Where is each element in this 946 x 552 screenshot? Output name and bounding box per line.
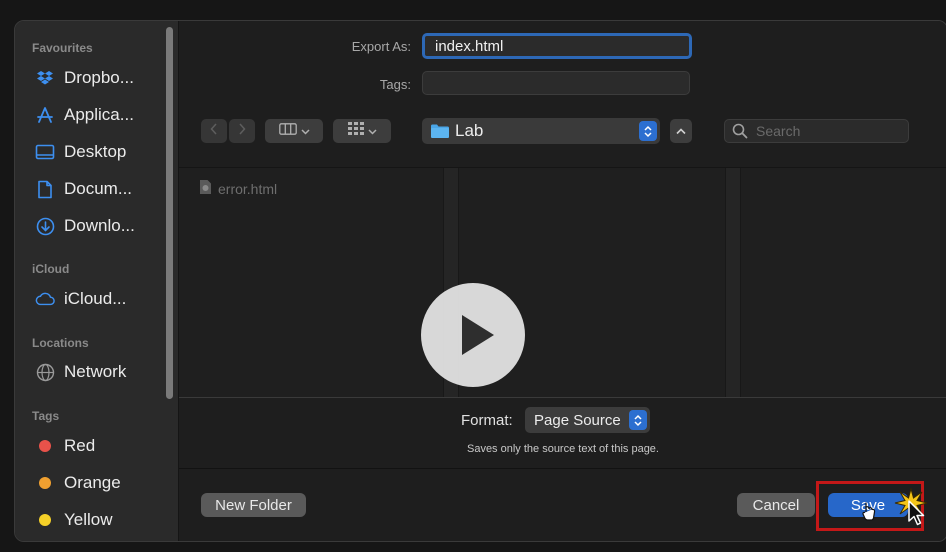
columns-view-icon — [278, 122, 297, 140]
sidebar-item-dropbox[interactable]: Dropbo... — [35, 65, 134, 91]
footer-divider — [179, 468, 946, 469]
sidebar-section-icloud: iCloud — [32, 262, 70, 276]
chevron-left-icon — [210, 122, 218, 140]
desktop-icon — [35, 142, 55, 162]
tags-input[interactable] — [422, 71, 690, 95]
chevron-down-icon — [367, 122, 377, 140]
export-as-input[interactable] — [422, 33, 692, 59]
tag-dot — [35, 473, 55, 493]
globe-icon — [35, 362, 55, 382]
tags-label: Tags: — [379, 77, 411, 92]
red-dot-icon — [39, 440, 51, 452]
updown-chevron-icon — [639, 121, 657, 141]
sidebar-item-label: Applica... — [64, 105, 134, 124]
html-file-icon — [199, 179, 212, 198]
dropbox-icon — [35, 68, 55, 88]
save-dialog: Favourites Dropbo... Applica... Desktop … — [14, 20, 946, 542]
new-folder-button[interactable]: New Folder — [201, 493, 306, 517]
pointer-cursor-icon — [908, 500, 926, 531]
sidebar-item-tag-orange[interactable]: Orange — [35, 470, 121, 496]
cloud-icon — [35, 289, 55, 309]
sidebar-item-label: Desktop — [64, 142, 127, 161]
folder-icon — [431, 124, 449, 138]
applications-icon — [35, 105, 55, 125]
sidebar-item-tag-yellow[interactable]: Yellow — [35, 507, 113, 533]
sidebar-section-locations: Locations — [32, 336, 89, 350]
updown-chevron-icon — [629, 410, 647, 430]
sidebar-item-tag-red[interactable]: Red — [35, 433, 95, 459]
sidebar-item-downloads[interactable]: Downlo... — [35, 213, 135, 239]
download-icon — [35, 216, 55, 236]
sidebar-section-favourites: Favourites — [32, 41, 93, 55]
search-icon — [732, 123, 748, 139]
export-as-label: Export As: — [351, 39, 411, 54]
play-button[interactable] — [421, 283, 525, 387]
sidebar-item-documents[interactable]: Docum... — [35, 176, 132, 202]
grid-view-icon — [347, 122, 364, 140]
expand-collapse-button[interactable] — [670, 119, 692, 143]
sidebar: Favourites Dropbo... Applica... Desktop … — [15, 21, 179, 541]
location-select[interactable]: Lab — [422, 118, 660, 144]
sidebar-item-label: Network — [64, 362, 127, 381]
tag-dot — [35, 436, 55, 456]
back-button[interactable] — [201, 119, 227, 143]
sidebar-scrollbar[interactable] — [166, 27, 173, 399]
sidebar-item-label: iCloud... — [64, 289, 127, 308]
yellow-dot-icon — [39, 514, 51, 526]
format-hint: Saves only the source text of this page. — [466, 443, 659, 455]
view-columns-button[interactable] — [265, 119, 323, 143]
main-panel: Export As: Tags: Lab — [179, 21, 946, 541]
column-divider[interactable] — [725, 168, 741, 397]
cancel-button[interactable]: Cancel — [737, 493, 815, 517]
chevron-up-icon — [676, 122, 686, 140]
format-label: Format: — [461, 412, 513, 429]
sidebar-item-applications[interactable]: Applica... — [35, 102, 134, 128]
search-input[interactable] — [754, 122, 898, 140]
sidebar-item-label: Orange — [64, 473, 121, 492]
sidebar-item-label: Yellow — [64, 510, 113, 529]
sidebar-item-desktop[interactable]: Desktop — [35, 139, 126, 165]
tag-dot — [35, 510, 55, 530]
search-field[interactable] — [724, 119, 909, 143]
sidebar-item-icloud-drive[interactable]: iCloud... — [35, 286, 126, 312]
chevron-down-icon — [300, 122, 310, 140]
orange-dot-icon — [39, 477, 51, 489]
sidebar-item-label: Docum... — [64, 179, 133, 198]
sidebar-item-label: Dropbo... — [64, 68, 134, 87]
location-name: Lab — [455, 121, 484, 140]
file-name: error.html — [218, 180, 278, 197]
sidebar-item-label: Red — [64, 436, 96, 455]
document-icon — [35, 179, 55, 199]
format-select[interactable]: Page Source — [525, 407, 650, 433]
view-grid-button[interactable] — [333, 119, 391, 143]
chevron-right-icon — [238, 122, 246, 140]
forward-button[interactable] — [229, 119, 255, 143]
play-icon — [460, 313, 496, 357]
file-browser: error.html — [179, 167, 946, 398]
sidebar-section-tags: Tags — [32, 409, 60, 423]
format-value: Page Source — [534, 411, 621, 429]
sidebar-item-network[interactable]: Network — [35, 359, 126, 385]
file-item[interactable]: error.html — [199, 179, 277, 198]
hand-cursor-icon — [862, 501, 876, 526]
sidebar-item-label: Downlo... — [64, 216, 135, 235]
